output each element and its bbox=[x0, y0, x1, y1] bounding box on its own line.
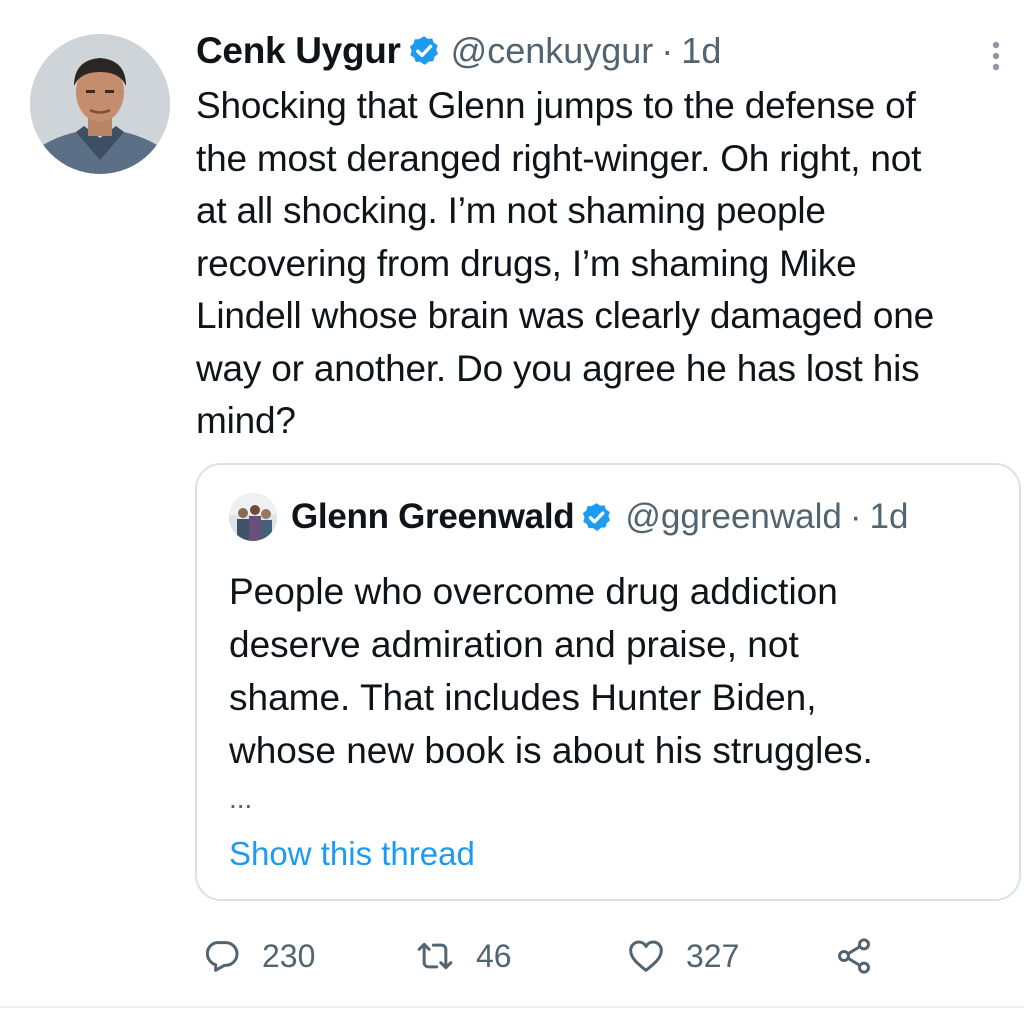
verified-badge-icon bbox=[580, 501, 613, 534]
quoted-author-handle[interactable]: @ggreenwald bbox=[625, 497, 842, 537]
quoted-author-avatar[interactable] bbox=[229, 493, 277, 541]
reply-count: 230 bbox=[262, 937, 316, 974]
tweet-timestamp[interactable]: 1d bbox=[681, 30, 721, 72]
retweet-button[interactable]: 46 bbox=[414, 926, 512, 986]
more-vertical-icon[interactable] bbox=[986, 36, 1006, 76]
quoted-tweet-timestamp[interactable]: 1d bbox=[870, 497, 909, 537]
verified-badge-icon bbox=[407, 34, 441, 68]
quoted-tweet-header: Glenn Greenwald @ggreenwald · 1d bbox=[291, 489, 908, 545]
share-button[interactable] bbox=[834, 926, 874, 986]
quoted-author-name[interactable]: Glenn Greenwald bbox=[291, 497, 575, 537]
tweet[interactable]: Cenk Uygur @cenkuygur · 1d Shocking that… bbox=[0, 0, 1024, 1016]
show-thread-link[interactable]: Show this thread bbox=[229, 835, 475, 873]
author-avatar[interactable] bbox=[30, 34, 170, 174]
quoted-tweet-text: People who overcome drug addiction deser… bbox=[229, 571, 873, 771]
like-count: 327 bbox=[686, 937, 740, 974]
reply-button[interactable]: 230 bbox=[202, 926, 315, 986]
retweet-count: 46 bbox=[476, 937, 512, 974]
quoted-tweet[interactable]: Glenn Greenwald @ggreenwald · 1d People … bbox=[195, 463, 1021, 901]
tweet-header: Cenk Uygur @cenkuygur · 1d bbox=[196, 24, 721, 78]
author-name[interactable]: Cenk Uygur bbox=[196, 30, 401, 72]
like-button[interactable]: 327 bbox=[626, 926, 739, 986]
heart-icon bbox=[626, 936, 666, 976]
share-icon bbox=[834, 936, 874, 976]
divider bbox=[0, 1006, 1024, 1008]
truncation-ellipsis: ... bbox=[229, 783, 253, 814]
separator-dot: · bbox=[661, 30, 674, 71]
separator-dot: · bbox=[849, 497, 862, 536]
author-handle[interactable]: @cenkuygur bbox=[451, 30, 654, 72]
profile-photo-icon bbox=[229, 493, 277, 541]
tweet-actions: 230 46 327 bbox=[196, 926, 956, 986]
profile-photo-icon bbox=[30, 34, 170, 174]
reply-icon bbox=[202, 936, 242, 976]
retweet-icon bbox=[414, 936, 456, 976]
tweet-text: Shocking that Glenn jumps to the defense… bbox=[196, 85, 935, 441]
